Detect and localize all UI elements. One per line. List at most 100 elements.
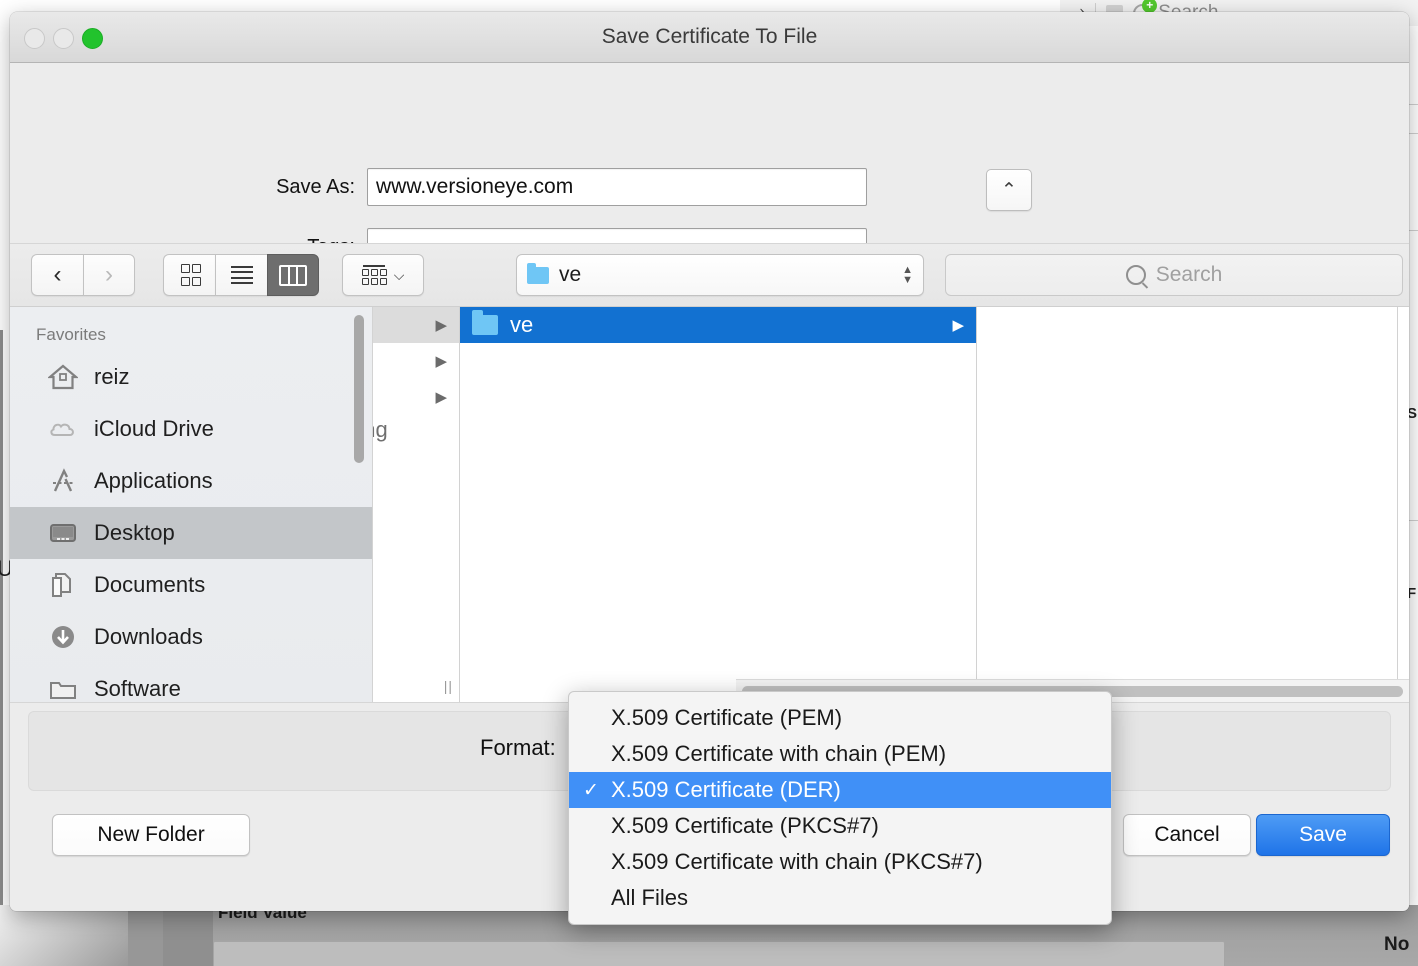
stepper-icon[interactable]: ▲ ▼	[902, 265, 913, 286]
sidebar-item-software[interactable]: Software	[10, 663, 372, 702]
appstore-icon	[48, 466, 78, 496]
menu-item-label: X.509 Certificate with chain (PKCS#7)	[611, 849, 983, 874]
chevron-right-icon: ▶	[435, 317, 447, 334]
chevron-up-glyph: ⌃	[1001, 179, 1017, 201]
list-view-button[interactable]	[215, 254, 267, 296]
search-icon	[1125, 265, 1146, 285]
chevron-left-icon: ‹	[53, 261, 62, 288]
sidebar-item-label: Applications	[94, 468, 213, 493]
sidebar-item-downloads[interactable]: Downloads	[10, 611, 372, 663]
columns-icon	[279, 264, 307, 286]
menu-item-der[interactable]: ✓ X.509 Certificate (DER)	[569, 772, 1111, 808]
checkmark-icon: ✓	[583, 779, 599, 801]
sidebar-item-label: Software	[94, 676, 181, 701]
background-column-2	[163, 905, 213, 966]
zoom-button[interactable]	[82, 28, 103, 49]
column-row-selected[interactable]: ve ▶	[460, 307, 976, 343]
column-item-label: ve	[510, 312, 534, 337]
background-right-text: No	[1384, 934, 1410, 955]
field-value-box	[213, 941, 1225, 966]
cloud-icon	[48, 414, 78, 444]
new-folder-button[interactable]: New Folder	[52, 814, 250, 856]
save-as-input[interactable]	[367, 168, 867, 206]
format-label: Format:	[480, 735, 556, 760]
home-icon	[46, 362, 80, 392]
sidebar-item-label: Downloads	[94, 624, 203, 649]
arrange-by-button[interactable]: ⌵	[342, 254, 424, 296]
menu-item-label: X.509 Certificate (PKCS#7)	[611, 813, 879, 838]
sidebar-item-label: iCloud Drive	[94, 416, 214, 441]
current-folder-label: ve	[559, 263, 582, 286]
column-view: ▶ ▶ ▶ ong || ve ▶ || ||	[373, 307, 1409, 702]
view-mode-buttons	[163, 254, 319, 296]
menu-item-label: X.509 Certificate with chain (PEM)	[611, 741, 947, 766]
chevron-right-icon: ›	[105, 261, 113, 288]
back-button[interactable]: ‹	[31, 254, 83, 296]
column-resize-grip[interactable]: ||	[444, 678, 453, 694]
browser-column-1[interactable]: ▶ ▶ ▶ ong ||	[373, 307, 460, 702]
file-browser: Favorites reiz iCloud Drive Applications…	[10, 306, 1409, 702]
folder-icon	[527, 262, 549, 284]
close-button[interactable]	[24, 28, 45, 49]
search-input[interactable]: Search	[945, 254, 1403, 296]
folder-icon	[472, 310, 498, 335]
forward-button[interactable]: ›	[83, 254, 135, 296]
chevron-right-icon: ▶	[435, 353, 447, 370]
menu-item-label: All Files	[611, 885, 689, 910]
download-icon	[48, 622, 78, 652]
column-row[interactable]: ▶	[373, 379, 459, 415]
arrange-icon	[361, 265, 387, 285]
column-row[interactable]: ▶	[373, 307, 459, 343]
documents-icon	[48, 570, 78, 600]
save-as-row: Save As:	[205, 168, 867, 206]
save-as-label: Save As:	[276, 175, 355, 198]
navigation-buttons: ‹ ›	[31, 254, 135, 296]
folder-icon	[48, 674, 78, 702]
grid-icon	[180, 264, 201, 286]
page-title: Save Certificate To File	[601, 25, 818, 48]
background-desktop-panel	[0, 905, 128, 966]
collapse-chevron-icon[interactable]: ⌃	[986, 169, 1032, 211]
menu-item-all-files[interactable]: All Files	[569, 880, 1111, 916]
format-dropdown-menu: X.509 Certificate (PEM) X.509 Certificat…	[568, 691, 1112, 925]
chevron-right-icon: ▶	[952, 317, 964, 334]
menu-item-chain-pkcs7[interactable]: X.509 Certificate with chain (PKCS#7)	[569, 844, 1111, 880]
minimize-button[interactable]	[53, 28, 74, 49]
browser-column-3[interactable]: ||	[977, 307, 1398, 702]
current-folder-popup[interactable]: ve ▲ ▼	[516, 254, 924, 296]
browser-toolbar: ‹ › ⌵ ve ▲ ▼ Search	[10, 243, 1409, 306]
menu-item-pem[interactable]: X.509 Certificate (PEM)	[569, 700, 1111, 736]
sidebar-scrollbar[interactable]	[354, 315, 364, 463]
list-icon	[230, 265, 253, 285]
sidebar-item-documents[interactable]: Documents	[10, 559, 372, 611]
save-button[interactable]: Save	[1256, 814, 1390, 856]
background-column-1	[128, 905, 163, 966]
sidebar-item-label: Documents	[94, 572, 206, 597]
sidebar-item-applications[interactable]: Applications	[10, 455, 372, 507]
sidebar-item-label: reiz	[94, 364, 130, 389]
chevron-down-icon: ⌵	[393, 266, 405, 283]
menu-item-chain-pem[interactable]: X.509 Certificate with chain (PEM)	[569, 736, 1111, 772]
sidebar-item-icloud-drive[interactable]: iCloud Drive	[10, 403, 372, 455]
background-left-edge	[0, 330, 3, 910]
menu-item-pkcs7[interactable]: X.509 Certificate (PKCS#7)	[569, 808, 1111, 844]
browser-column-2[interactable]: ve ▶ ||	[460, 307, 977, 702]
cancel-button[interactable]: Cancel	[1123, 814, 1251, 856]
sidebar-item-label: Desktop	[94, 520, 175, 545]
sidebar-section-favorites: Favorites	[36, 325, 106, 344]
chevron-right-icon: ▶	[435, 389, 447, 406]
menu-item-label: X.509 Certificate (PEM)	[611, 705, 843, 730]
icon-view-button[interactable]	[163, 254, 215, 296]
column-view-button[interactable]	[267, 254, 319, 296]
sidebar-item-desktop[interactable]: Desktop	[10, 507, 372, 559]
sidebar-item-reiz[interactable]: reiz	[10, 351, 372, 403]
sheet-titlebar: Save Certificate To File	[10, 12, 1409, 63]
name-fields-zone: Save As: Tags: ⌃	[10, 63, 1409, 266]
sidebar: Favorites reiz iCloud Drive Applications…	[10, 307, 373, 702]
search-placeholder: Search	[1155, 263, 1223, 286]
menu-item-label: X.509 Certificate (DER)	[611, 777, 841, 802]
desktop-icon	[48, 518, 78, 548]
window-controls	[24, 28, 103, 49]
column-clipped-label: ong	[373, 417, 388, 442]
column-row[interactable]: ▶	[373, 343, 459, 379]
